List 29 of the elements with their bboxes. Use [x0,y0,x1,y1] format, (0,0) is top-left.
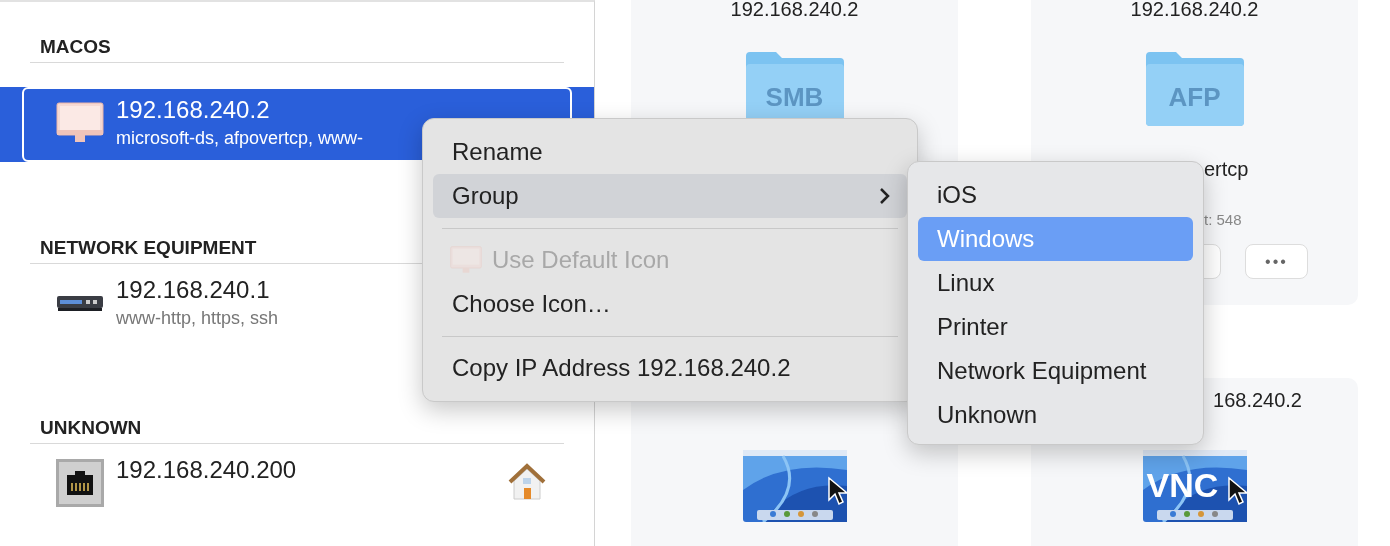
card-title: 168.240.2 [1213,390,1302,410]
group-header: UNKNOWN [40,417,142,438]
menu-item[interactable]: Copy IP Address 192.168.240.2 [433,346,907,390]
card-title: 192.168.240.2 [730,0,859,19]
count-label: t: 548 [1204,210,1242,230]
menu-item[interactable]: Group [433,174,907,218]
device-ip: 192.168.240.2 [116,95,270,125]
chevron-right-icon [879,187,891,205]
device-ip: 192.168.240.1 [116,275,270,305]
device-row[interactable]: 192.168.240.200 [0,447,594,522]
group-header: NETWORK EQUIPMENT [40,237,257,258]
device-services: www-http, https, ssh [116,307,279,330]
menu-item[interactable]: Choose Icon… [433,282,907,326]
ethernet-port-icon [56,459,104,507]
folder-label: AFP [1167,81,1222,114]
service-name: ertcp [1204,157,1249,182]
cursor-icon [1226,476,1247,506]
router-icon [56,294,104,312]
submenu-item[interactable]: Printer [918,305,1193,349]
more-button[interactable]: ••• [1245,244,1308,279]
folder-label: SMB [764,81,825,114]
card-title: 192.168.240.2 [1130,0,1259,19]
group-header: MACOS [40,36,111,57]
home-icon [506,461,548,503]
screen-label: VNC [1146,466,1219,504]
device-services: microsoft-ds, afpovertcp, www- [116,127,364,150]
imac-icon [56,102,104,144]
device-ip: 192.168.240.200 [116,455,297,485]
cursor-icon [826,476,847,506]
